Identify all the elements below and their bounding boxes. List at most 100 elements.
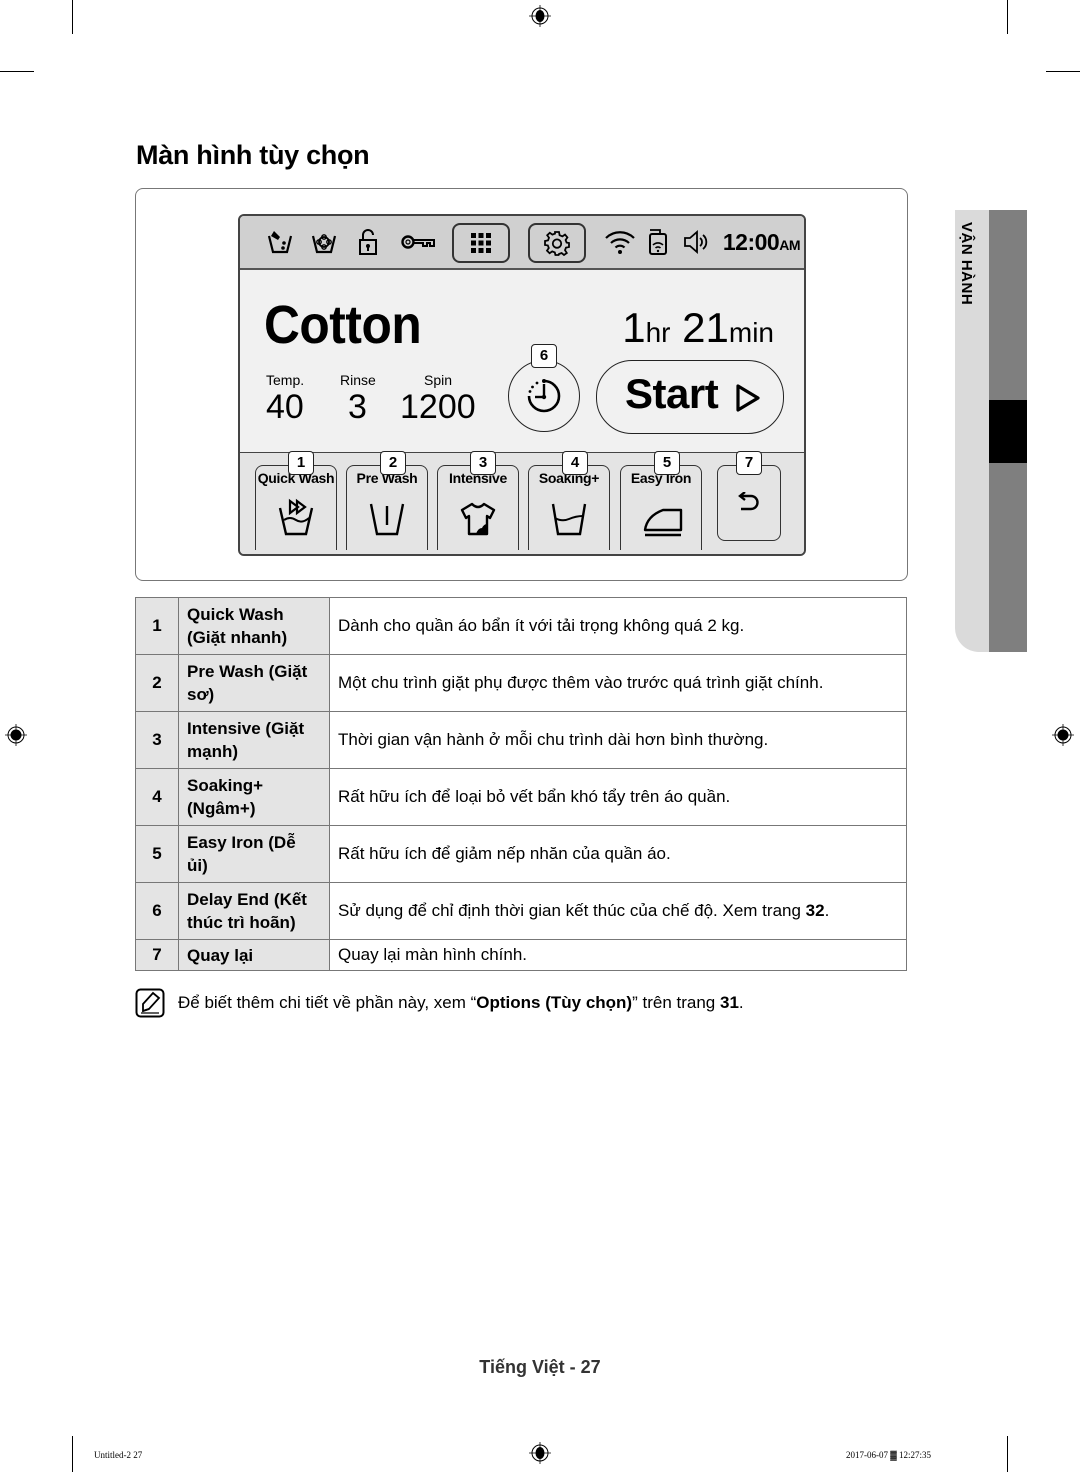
crop-mark bbox=[1007, 1436, 1008, 1472]
registration-mark-icon bbox=[1052, 724, 1074, 746]
start-button[interactable]: Start bbox=[596, 360, 784, 434]
temp-label: Temp. bbox=[266, 372, 305, 388]
settings-gear-icon bbox=[544, 231, 570, 256]
crop-mark bbox=[72, 1436, 73, 1472]
clock-time: 12:00 bbox=[722, 229, 780, 255]
minutes-unit: min bbox=[728, 317, 774, 348]
note-text-end: . bbox=[738, 993, 744, 1012]
row-description: Quay lại màn hình chính. bbox=[329, 939, 907, 971]
row-number: 1 bbox=[135, 597, 179, 655]
row-option-name: Soaking+ (Ngâm+) bbox=[178, 768, 330, 826]
back-button[interactable] bbox=[717, 465, 781, 541]
row-option-name: Quick Wash (Giặt nhanh) bbox=[178, 597, 330, 655]
cycle-name: Cotton bbox=[264, 295, 422, 355]
washer-display: 12:00AM Cotton 1hr 21min Temp. 40 Rinse … bbox=[238, 214, 806, 556]
option-easy-iron[interactable]: Easy Iron bbox=[620, 465, 702, 550]
start-label: Start bbox=[625, 370, 719, 417]
play-icon bbox=[736, 384, 760, 412]
table-row: 5 Easy Iron (Dễ ủi) Rất hữu ích để giảm … bbox=[135, 825, 907, 883]
options-table: 1 Quick Wash (Giặt nhanh) Dành cho quần … bbox=[135, 597, 907, 971]
note-pencil-icon bbox=[135, 988, 165, 1018]
option-badge: 1 bbox=[288, 451, 314, 475]
registration-mark-icon bbox=[5, 724, 27, 746]
note-link-options[interactable]: Options (Tùy chọn) bbox=[476, 993, 632, 1012]
print-slug-left: Untitled-2 27 bbox=[94, 1450, 143, 1460]
page-title: Màn hình tùy chọn bbox=[136, 140, 370, 170]
pre-wash-icon bbox=[369, 503, 405, 536]
table-row: 1 Quick Wash (Giặt nhanh) Dành cho quần … bbox=[135, 597, 907, 655]
section-side-tab-label: VẬN HÀNH bbox=[958, 222, 975, 306]
row-option-name: Easy Iron (Dễ ủi) bbox=[178, 825, 330, 883]
crop-mark bbox=[1007, 0, 1008, 34]
row-option-name: Intensive (Giặt mạnh) bbox=[178, 711, 330, 769]
row-description-text: Sử dụng để chỉ định thời gian kết thúc c… bbox=[338, 901, 806, 920]
hours-value: 1 bbox=[622, 304, 646, 351]
option-soaking[interactable]: Soaking+ bbox=[528, 465, 610, 550]
option-badge: 2 bbox=[380, 451, 406, 475]
crop-mark bbox=[0, 71, 34, 72]
row-option-name: Pre Wash (Giặt sơ) bbox=[178, 654, 330, 712]
soaking-icon bbox=[551, 503, 587, 536]
detergent-icon[interactable] bbox=[266, 228, 294, 256]
page-reference: 32 bbox=[805, 901, 825, 920]
options-panel: Quick Wash 1 Pre Wash 2 Intensive 3 Soak… bbox=[240, 451, 804, 554]
rinse-label: Rinse bbox=[340, 372, 376, 388]
hours-unit: hr bbox=[645, 317, 671, 348]
note-text: Để biết thêm chi tiết về phần này, xem “ bbox=[178, 993, 477, 1012]
note-page-ref: 31 bbox=[719, 993, 739, 1012]
minutes-value: 21 bbox=[682, 304, 729, 351]
delay-end-badge: 6 bbox=[531, 344, 557, 368]
back-badge: 7 bbox=[736, 451, 762, 475]
row-option-name: Delay End (Kết thúc trì hoãn) bbox=[178, 882, 330, 940]
delay-end-button[interactable] bbox=[508, 360, 580, 432]
row-number: 4 bbox=[135, 768, 179, 826]
row-option-name: Quay lại bbox=[178, 939, 330, 971]
crop-mark bbox=[72, 0, 73, 34]
table-row: 4 Soaking+ (Ngâm+) Rất hữu ích để loại b… bbox=[135, 768, 907, 826]
quick-wash-icon bbox=[278, 498, 314, 536]
section-side-bar-active bbox=[989, 400, 1027, 463]
crop-mark bbox=[1046, 71, 1080, 72]
option-quick-wash[interactable]: Quick Wash bbox=[255, 465, 337, 550]
child-lock-open-icon[interactable] bbox=[354, 228, 382, 256]
option-badge: 3 bbox=[470, 451, 496, 475]
temp-value[interactable]: 40 bbox=[266, 388, 304, 427]
row-description: Rất hữu ích để loại bỏ vết bẩn khó tẩy t… bbox=[329, 768, 907, 826]
note: Để biết thêm chi tiết về phần này, xem “… bbox=[135, 988, 744, 1018]
clock: 12:00AM bbox=[722, 229, 801, 256]
row-description: Rất hữu ích để giảm nếp nhăn của quần áo… bbox=[329, 825, 907, 883]
row-number: 6 bbox=[135, 882, 179, 940]
row-number: 7 bbox=[135, 939, 179, 971]
registration-mark-icon bbox=[529, 5, 551, 27]
softener-icon[interactable] bbox=[310, 228, 338, 256]
option-intensive[interactable]: Intensive bbox=[437, 465, 519, 550]
easy-iron-icon bbox=[643, 508, 683, 537]
wifi-icon bbox=[605, 231, 635, 254]
option-badge: 5 bbox=[654, 451, 680, 475]
table-row: 3 Intensive (Giặt mạnh) Thời gian vận hà… bbox=[135, 711, 907, 769]
delay-timer-icon bbox=[527, 379, 561, 413]
back-arrow-icon bbox=[738, 492, 759, 511]
key-icon[interactable] bbox=[400, 228, 436, 256]
row-number: 5 bbox=[135, 825, 179, 883]
spin-value[interactable]: 1200 bbox=[400, 388, 476, 427]
row-description: Một chu trình giặt phụ được thêm vào trư… bbox=[329, 654, 907, 712]
row-description: Sử dụng để chỉ định thời gian kết thúc c… bbox=[329, 882, 907, 940]
volume-icon[interactable] bbox=[682, 228, 710, 256]
spin-label: Spin bbox=[424, 372, 453, 388]
row-description: Thời gian vận hành ở mỗi chu trình dài h… bbox=[329, 711, 907, 769]
row-description: Dành cho quần áo bẩn ít với tải trọng kh… bbox=[329, 597, 907, 655]
intensive-icon bbox=[460, 502, 496, 536]
table-row: 6 Delay End (Kết thúc trì hoãn) Sử dụng … bbox=[135, 882, 907, 940]
row-description-end: . bbox=[824, 901, 830, 920]
status-bar: 12:00AM bbox=[240, 216, 804, 270]
clock-ampm: AM bbox=[779, 237, 800, 253]
option-pre-wash[interactable]: Pre Wash bbox=[346, 465, 428, 550]
time-remaining: 1hr 21min bbox=[622, 304, 774, 352]
settings-button[interactable] bbox=[528, 223, 586, 263]
menu-grid-icon bbox=[471, 233, 491, 253]
smart-control-icon bbox=[649, 229, 667, 255]
table-row: 2 Pre Wash (Giặt sơ) Một chu trình giặt … bbox=[135, 654, 907, 712]
rinse-value[interactable]: 3 bbox=[348, 388, 367, 427]
menu-grid-button[interactable] bbox=[452, 223, 510, 263]
